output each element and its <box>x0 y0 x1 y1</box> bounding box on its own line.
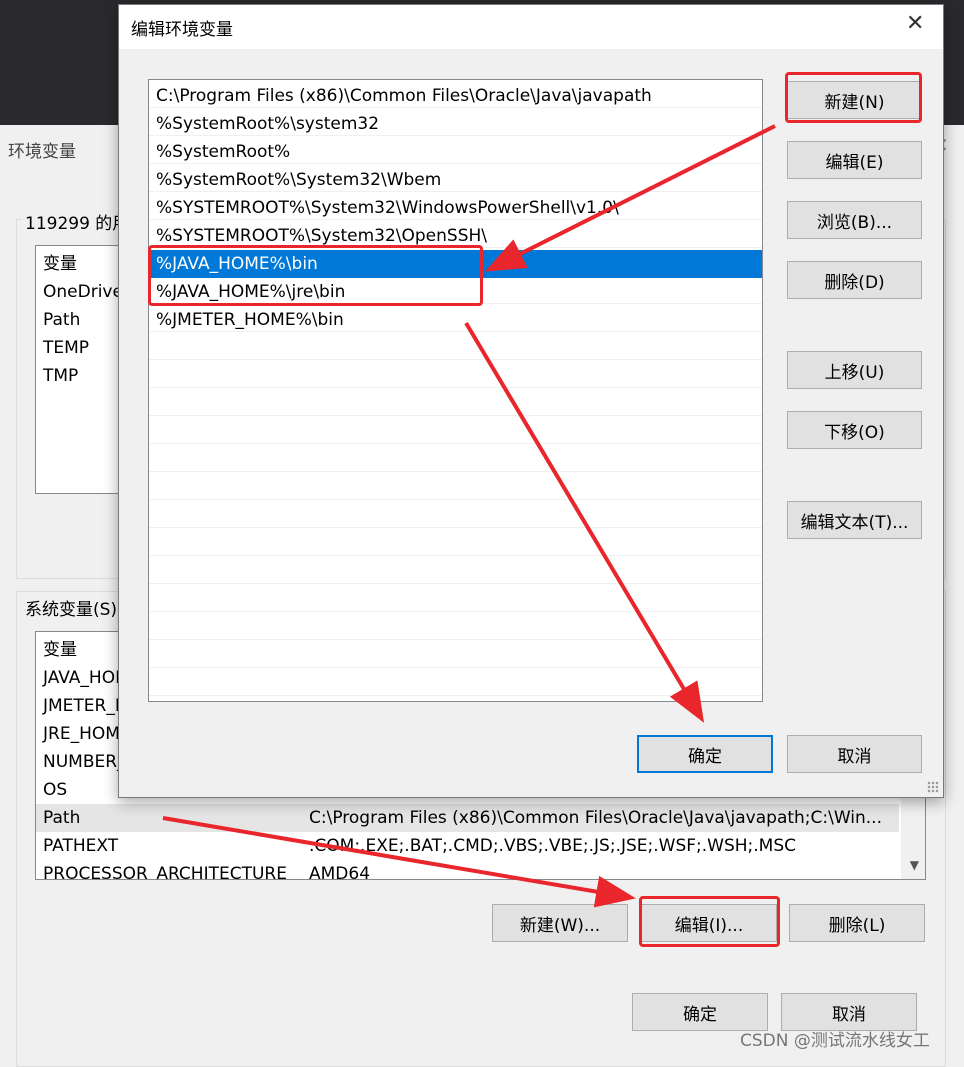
dialog-ok-button[interactable]: 确定 <box>637 735 773 773</box>
path-entry[interactable]: %SystemRoot% <box>149 138 762 166</box>
browse-button[interactable]: 浏览(B)... <box>787 201 922 239</box>
delete-button[interactable]: 删除(D) <box>787 261 922 299</box>
system-var-name: PROCESSOR_ARCHITECTURE <box>43 864 287 880</box>
path-entry[interactable]: %JMETER_HOME%\bin <box>149 306 762 334</box>
chevron-down-icon[interactable]: ▼ <box>910 858 919 872</box>
dialog-title: 编辑环境变量 <box>131 20 233 40</box>
system-var-row[interactable]: PATHEXT .COM;.EXE;.BAT;.CMD;.VBS;.VBE;.JS… <box>36 832 899 860</box>
system-var-value: AMD64 <box>309 864 371 880</box>
move-down-button[interactable]: 下移(O) <box>787 411 922 449</box>
close-icon[interactable]: ✕ <box>906 11 924 36</box>
system-delete-button[interactable]: 删除(L) <box>789 904 925 942</box>
path-entry[interactable]: C:\Program Files (x86)\Common Files\Orac… <box>149 82 762 110</box>
system-var-value: .COM;.EXE;.BAT;.CMD;.VBS;.VBE;.JS;.JSE;.… <box>309 836 797 856</box>
new-button[interactable]: 新建(N) <box>787 81 922 119</box>
path-entry[interactable]: %SYSTEMROOT%\System32\OpenSSH\ <box>149 222 762 250</box>
system-vars-group-label: 系统变量(S) <box>22 595 121 620</box>
path-entries-list[interactable]: C:\Program Files (x86)\Common Files\Orac… <box>148 79 763 702</box>
system-var-name: PATHEXT <box>43 836 119 856</box>
path-entry[interactable]: %SystemRoot%\System32\Wbem <box>149 166 762 194</box>
path-entry[interactable]: %SYSTEMROOT%\System32\WindowsPowerShell\… <box>149 194 762 222</box>
move-up-button[interactable]: 上移(U) <box>787 351 922 389</box>
path-entry-selected[interactable]: %JAVA_HOME%\bin <box>149 250 762 278</box>
system-edit-button[interactable]: 编辑(I)... <box>641 904 777 942</box>
system-new-button[interactable]: 新建(W)... <box>492 904 628 942</box>
system-var-row-path[interactable]: Path C:\Program Files (x86)\Common Files\… <box>36 804 899 832</box>
path-entry[interactable]: %SystemRoot%\system32 <box>149 110 762 138</box>
path-entry[interactable]: %JAVA_HOME%\jre\bin <box>149 278 762 306</box>
system-var-row[interactable]: PROCESSOR_ARCHITECTURE AMD64 <box>36 860 899 880</box>
edit-button[interactable]: 编辑(E) <box>787 141 922 179</box>
edit-text-button[interactable]: 编辑文本(T)... <box>787 501 922 539</box>
system-var-name: OS <box>43 780 68 800</box>
dialog-cancel-button[interactable]: 取消 <box>787 735 922 773</box>
resize-grip-icon[interactable] <box>927 781 939 793</box>
system-var-name: Path <box>43 808 81 828</box>
dialog-titlebar <box>119 5 943 49</box>
watermark: CSDN @测试流水线女工 <box>740 1031 930 1051</box>
system-var-value: C:\Program Files (x86)\Common Files\Orac… <box>309 808 882 828</box>
env-window-title: 环境变量 <box>8 142 76 162</box>
edit-env-dialog: 编辑环境变量 ✕ C:\Program Files (x86)\Common F… <box>118 4 944 798</box>
